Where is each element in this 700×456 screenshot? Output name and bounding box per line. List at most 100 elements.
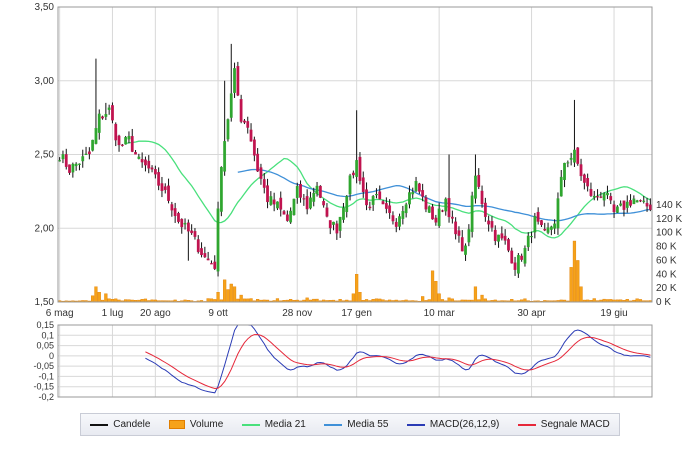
candle-body bbox=[526, 235, 530, 248]
legend-swatch-volume bbox=[168, 420, 185, 429]
candle-body bbox=[177, 213, 180, 222]
candle-body bbox=[262, 179, 266, 188]
candle-body bbox=[309, 197, 312, 209]
candle-body bbox=[437, 208, 441, 227]
candle-body bbox=[180, 218, 184, 228]
time-tick-label: 6 mag bbox=[46, 308, 74, 319]
time-tick-label: 10 mar bbox=[424, 308, 456, 319]
candle-body bbox=[503, 235, 507, 241]
candle-body bbox=[167, 185, 170, 201]
candle-body bbox=[540, 220, 543, 226]
candle-body bbox=[335, 223, 339, 234]
candle-body bbox=[94, 128, 98, 144]
volume-tick-label: 0 K bbox=[656, 297, 671, 308]
candle-body bbox=[196, 239, 200, 253]
candle-body bbox=[252, 139, 256, 156]
candle-body bbox=[546, 227, 550, 233]
candle-body bbox=[365, 189, 368, 206]
candle-body bbox=[599, 196, 603, 198]
candle-body bbox=[266, 185, 269, 203]
candle-body bbox=[378, 191, 382, 200]
candle-body bbox=[520, 255, 524, 260]
volume-bar bbox=[104, 293, 108, 303]
volume-tick-label: 100 K bbox=[656, 228, 682, 239]
candle-body bbox=[226, 119, 230, 140]
volume-tick-label: 60 K bbox=[656, 255, 677, 266]
candle-body bbox=[61, 154, 65, 160]
legend-label: Segnale MACD bbox=[540, 419, 610, 430]
candle-body bbox=[153, 169, 157, 175]
candle-body bbox=[483, 202, 487, 217]
candle-body bbox=[111, 105, 114, 121]
chart-background bbox=[0, 0, 700, 451]
candle-body bbox=[470, 195, 474, 232]
candle-body bbox=[444, 198, 448, 212]
price-tick-label: 3,00 bbox=[35, 76, 55, 87]
volume-bar bbox=[239, 294, 243, 303]
volume-bar bbox=[358, 292, 362, 303]
time-tick-label: 20 ago bbox=[140, 308, 171, 319]
candle-body bbox=[398, 216, 401, 227]
candle-body bbox=[530, 236, 533, 238]
candle-body bbox=[464, 245, 467, 255]
candle-body bbox=[285, 214, 289, 221]
chart-root: 1,50 2,00 2,50 3,00 3,50 0 K 20 K 40 K 60 K 80 K 1… bbox=[0, 0, 700, 451]
candle-body bbox=[500, 233, 504, 239]
candle-body bbox=[490, 221, 494, 228]
volume-bar bbox=[223, 279, 227, 303]
candle-body bbox=[246, 121, 250, 128]
candle-body bbox=[114, 123, 118, 141]
candle-body bbox=[160, 183, 164, 192]
time-tick-label: 9 ott bbox=[208, 308, 228, 319]
volume-bar bbox=[97, 292, 101, 303]
candle-body bbox=[272, 199, 276, 205]
candle-body bbox=[292, 198, 296, 216]
candle-body bbox=[361, 177, 365, 193]
legend-media-55[interactable]: Media 55 bbox=[324, 419, 388, 430]
candle-body bbox=[368, 206, 372, 209]
legend-segnale-macd[interactable]: Segnale MACD bbox=[517, 419, 610, 430]
volume-bar bbox=[226, 289, 230, 303]
candle-body bbox=[229, 93, 233, 118]
candle-body bbox=[325, 207, 329, 217]
volume-bar bbox=[421, 296, 425, 303]
candle-body bbox=[563, 162, 566, 181]
candle-body bbox=[375, 194, 378, 196]
macd-tick-label: 0,1 bbox=[41, 330, 54, 340]
candle-body bbox=[467, 229, 471, 243]
candle-body bbox=[592, 195, 596, 198]
legend-volume[interactable]: Volume bbox=[168, 419, 224, 430]
candle-body bbox=[295, 186, 299, 198]
candle-body bbox=[312, 192, 316, 202]
candle-body bbox=[348, 175, 352, 195]
volume-bar bbox=[351, 293, 355, 303]
candle-body bbox=[345, 196, 349, 213]
candle-body bbox=[457, 230, 461, 236]
candle-body bbox=[516, 255, 520, 274]
legend-label: Volume bbox=[189, 419, 224, 430]
candle-body bbox=[332, 221, 335, 225]
candle-body bbox=[394, 221, 398, 227]
volume-bar bbox=[94, 286, 98, 303]
candle-body bbox=[450, 216, 454, 219]
candle-body bbox=[371, 196, 375, 205]
candle-body bbox=[441, 210, 444, 212]
candle-body bbox=[318, 185, 322, 198]
legend-macd[interactable]: MACD(26,12,9) bbox=[406, 419, 499, 430]
volume-tick-label: 80 K bbox=[656, 242, 677, 253]
candle-body bbox=[596, 196, 599, 198]
legend-candele[interactable]: Candele bbox=[90, 419, 150, 430]
candle-body bbox=[573, 149, 576, 163]
candle-body bbox=[64, 154, 68, 167]
candle-body bbox=[203, 253, 207, 258]
candle-body bbox=[219, 166, 223, 212]
volume-bar bbox=[232, 286, 237, 303]
price-tick-label: 1,50 bbox=[35, 297, 55, 308]
candle-body bbox=[391, 215, 395, 222]
candle-body bbox=[414, 181, 418, 192]
volume-bar bbox=[576, 260, 580, 303]
legend-media-21[interactable]: Media 21 bbox=[241, 419, 306, 430]
macd-tick-label: -0,05 bbox=[33, 361, 54, 371]
time-tick-label: 1 lug bbox=[102, 308, 124, 319]
volume-bar bbox=[229, 283, 233, 303]
